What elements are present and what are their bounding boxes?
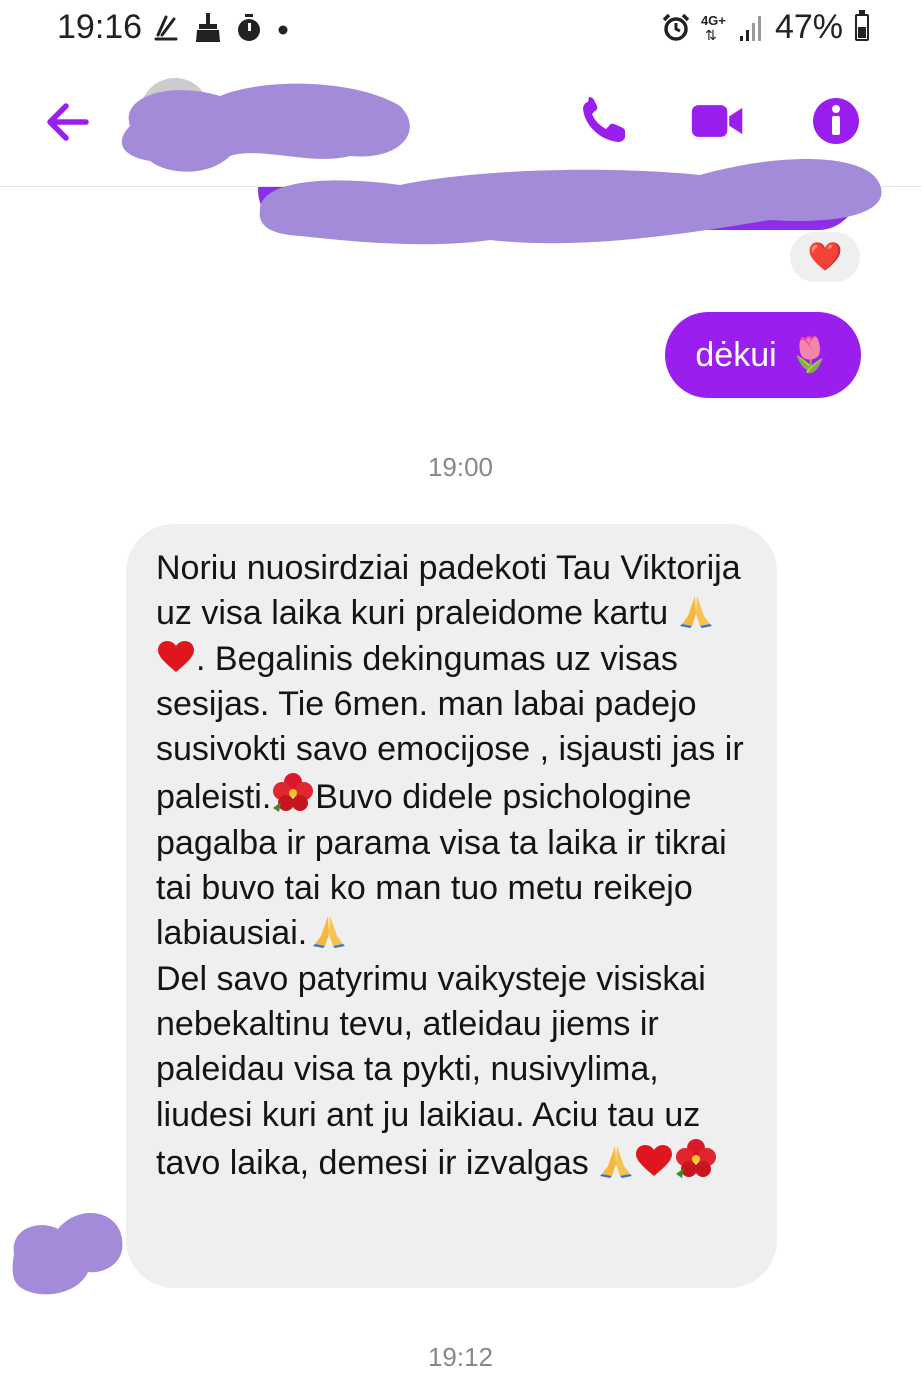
incoming-text-part-1: Noriu nuosirdziai padekoti Tau Viktorija… bbox=[156, 549, 751, 633]
signal-icon bbox=[739, 15, 761, 41]
status-left-icons bbox=[152, 10, 290, 46]
hibiscus-icon bbox=[273, 773, 314, 813]
pray-icon bbox=[313, 916, 346, 949]
pray-icon bbox=[679, 596, 712, 629]
heart-icon bbox=[636, 1144, 673, 1176]
status-right: 4G+ ⇅ 47% bbox=[661, 8, 869, 47]
phone-icon[interactable] bbox=[578, 96, 634, 146]
broom-icon bbox=[196, 13, 220, 42]
hibiscus-icon bbox=[676, 1138, 717, 1178]
sender-avatar-redaction[interactable] bbox=[8, 1204, 126, 1300]
alarm-icon bbox=[662, 13, 690, 41]
wave-icon bbox=[154, 15, 178, 41]
battery-percentage: 47% bbox=[774, 8, 843, 46]
tulip-icon: 🌷 bbox=[788, 336, 831, 374]
status-bar: 19:16 4G+ ⇅ 47% bbox=[0, 0, 921, 58]
outgoing-message-bubble[interactable]: dėkui 🌷 bbox=[665, 312, 861, 398]
outgoing-message-text: dėkui bbox=[695, 335, 777, 374]
network-icon: 4G+ ⇅ bbox=[700, 12, 726, 43]
pray-icon bbox=[600, 1145, 633, 1178]
info-icon[interactable] bbox=[808, 96, 864, 146]
incoming-message-text: Noriu nuosirdziai padekoti Tau Viktorija… bbox=[156, 546, 753, 1186]
heart-icon bbox=[158, 640, 194, 672]
network-label: 4G+ bbox=[700, 12, 726, 28]
battery-fill bbox=[858, 27, 866, 38]
incoming-message-bubble[interactable]: Noriu nuosirdziai padekoti Tau Viktorija… bbox=[126, 524, 777, 1288]
dot-icon bbox=[278, 25, 288, 35]
message-timestamp: 19:00 bbox=[427, 452, 494, 482]
redaction-scribble bbox=[259, 158, 882, 245]
timer-icon bbox=[238, 14, 260, 41]
message-timestamp: 19:12 bbox=[427, 1342, 494, 1372]
battery-icon bbox=[855, 10, 869, 41]
status-time: 19:16 bbox=[57, 8, 143, 46]
arrow-left-icon[interactable] bbox=[40, 98, 96, 146]
video-camera-icon[interactable] bbox=[690, 96, 746, 146]
